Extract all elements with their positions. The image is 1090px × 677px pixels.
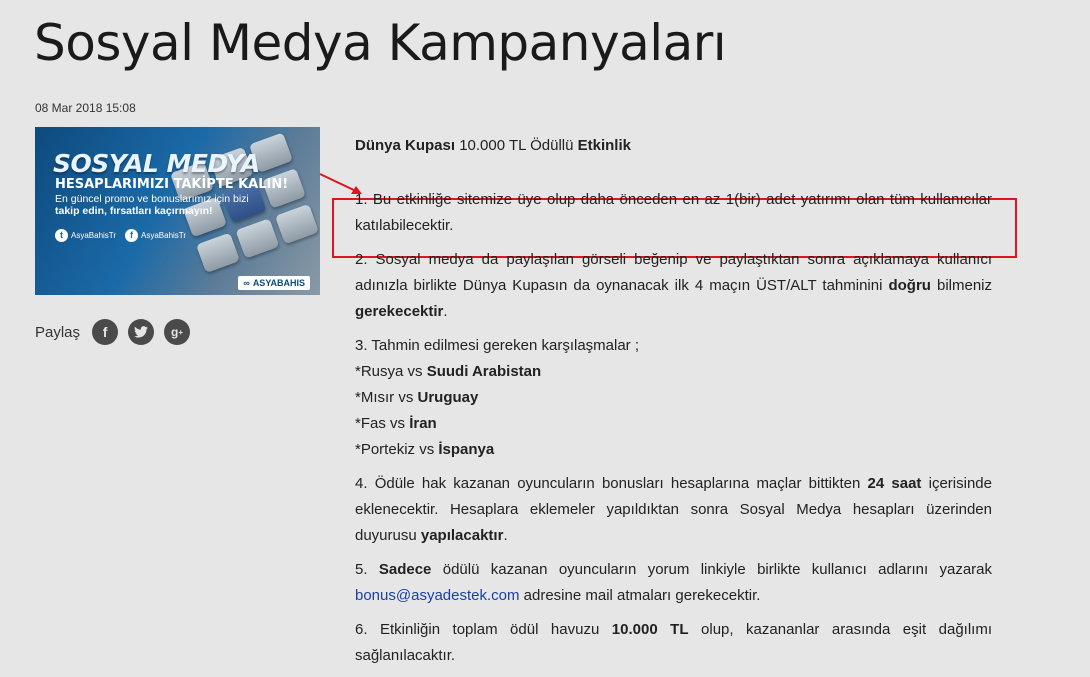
rule-2: 2. Sosyal medya da paylaşılan görseli be… [355,247,992,325]
match-away: İspanya [438,441,495,458]
match-away: Suudi Arabistan [426,363,542,380]
rule-2-bold-2: gerekecektir [355,303,444,320]
rule-6-text: 6. Etkinliğin toplam ödül havuzu [355,621,612,638]
twitter-handle-text: AsyaBahisTr [71,231,117,240]
article-body: Dünya Kupası 10.000 TL Ödüllü Etkinlik 1… [355,133,992,677]
share-bar: Paylaş f g + [35,319,191,345]
campaign-banner-image: SOSYAL MEDYA HESAPLARIMIZI TAKİPTE KALIN… [35,127,320,295]
lead-bold-1: Dünya Kupası [355,137,456,154]
match-away: Uruguay [417,389,479,406]
rule-6: 6. Etkinliğin toplam ödül havuzu 10.000 … [355,617,992,669]
brand-name: ASYABAHIS [252,278,305,288]
rule-4-text: 4. Ödüle hak kazanan oyuncuların bonusla… [355,475,868,492]
rule-2-end: . [443,303,448,320]
rule-5-bold: Sadece [378,561,432,578]
banner-twitter-handle: t AsyaBahisTr [55,229,116,242]
match-home: *Rusya vs [355,363,427,380]
rule-4-bold-2: yapılacaktır [420,527,504,544]
twitter-icon[interactable] [128,319,155,345]
rule-5: 5. Sadece ödülü kazanan oyuncuların yoru… [355,557,992,609]
match-home: *Fas vs [355,415,410,432]
facebook-icon[interactable]: f [92,319,119,345]
lead-paragraph: Dünya Kupası 10.000 TL Ödüllü Etkinlik [355,133,992,159]
brand-logo: ∞ ASYABAHIS [238,276,310,290]
rule-1: 1. Bu etkinliğe sitemize üye olup daha ö… [355,191,992,234]
rule-6-bold: 10.000 TL [611,621,689,638]
publish-date: 08 Mar 2018 15:08 [35,101,136,115]
rule-5-text: ödülü kazanan oyuncuların yorum linkiyle… [431,561,992,578]
banner-headline: SOSYAL MEDYA [53,149,260,178]
banner-line2: takip edin, fırsatları kaçırmayın! [55,205,213,217]
rule-2-bold-1: doğru [888,277,931,294]
rule-4-end: . [503,527,508,544]
match-home: *Portekiz vs [355,441,439,458]
facebook-handle-text: AsyaBahisTr [141,231,187,240]
google-plus-icon[interactable]: g + [164,319,191,345]
rule-4: 4. Ödüle hak kazanan oyuncuların bonusla… [355,471,992,549]
share-label: Paylaş [35,323,81,341]
twitter-icon: t [55,229,68,242]
lead-text: 10.000 TL Ödüllü [455,137,578,154]
banner-facebook-handle: f AsyaBahisTr [125,229,186,242]
match-away: İran [409,415,437,432]
page-title: Sosyal Medya Kampanyaları [34,14,727,72]
rule-5-prefix: 5. [355,561,379,578]
facebook-icon: f [125,229,138,242]
rule-5-end: adresine mail atmaları gerekecektir. [519,587,761,604]
lead-bold-2: Etkinlik [577,137,631,154]
infinity-icon: ∞ [243,278,250,288]
support-email-link[interactable]: bonus@asyadestek.com [355,587,519,604]
banner-line1: En güncel promo ve bonuslarımız için biz… [55,193,249,205]
rule-2-mid: bilmeniz [930,277,992,294]
banner-subheadline: HESAPLARIMIZI TAKİPTE KALIN! [55,177,289,192]
rule-4-bold-1: 24 saat [867,475,922,492]
rule-3-intro: 3. Tahmin edilmesi gereken karşılaşmalar… [355,337,640,354]
rule-3: 3. Tahmin edilmesi gereken karşılaşmalar… [355,333,992,463]
match-home: *Mısır vs [355,389,418,406]
